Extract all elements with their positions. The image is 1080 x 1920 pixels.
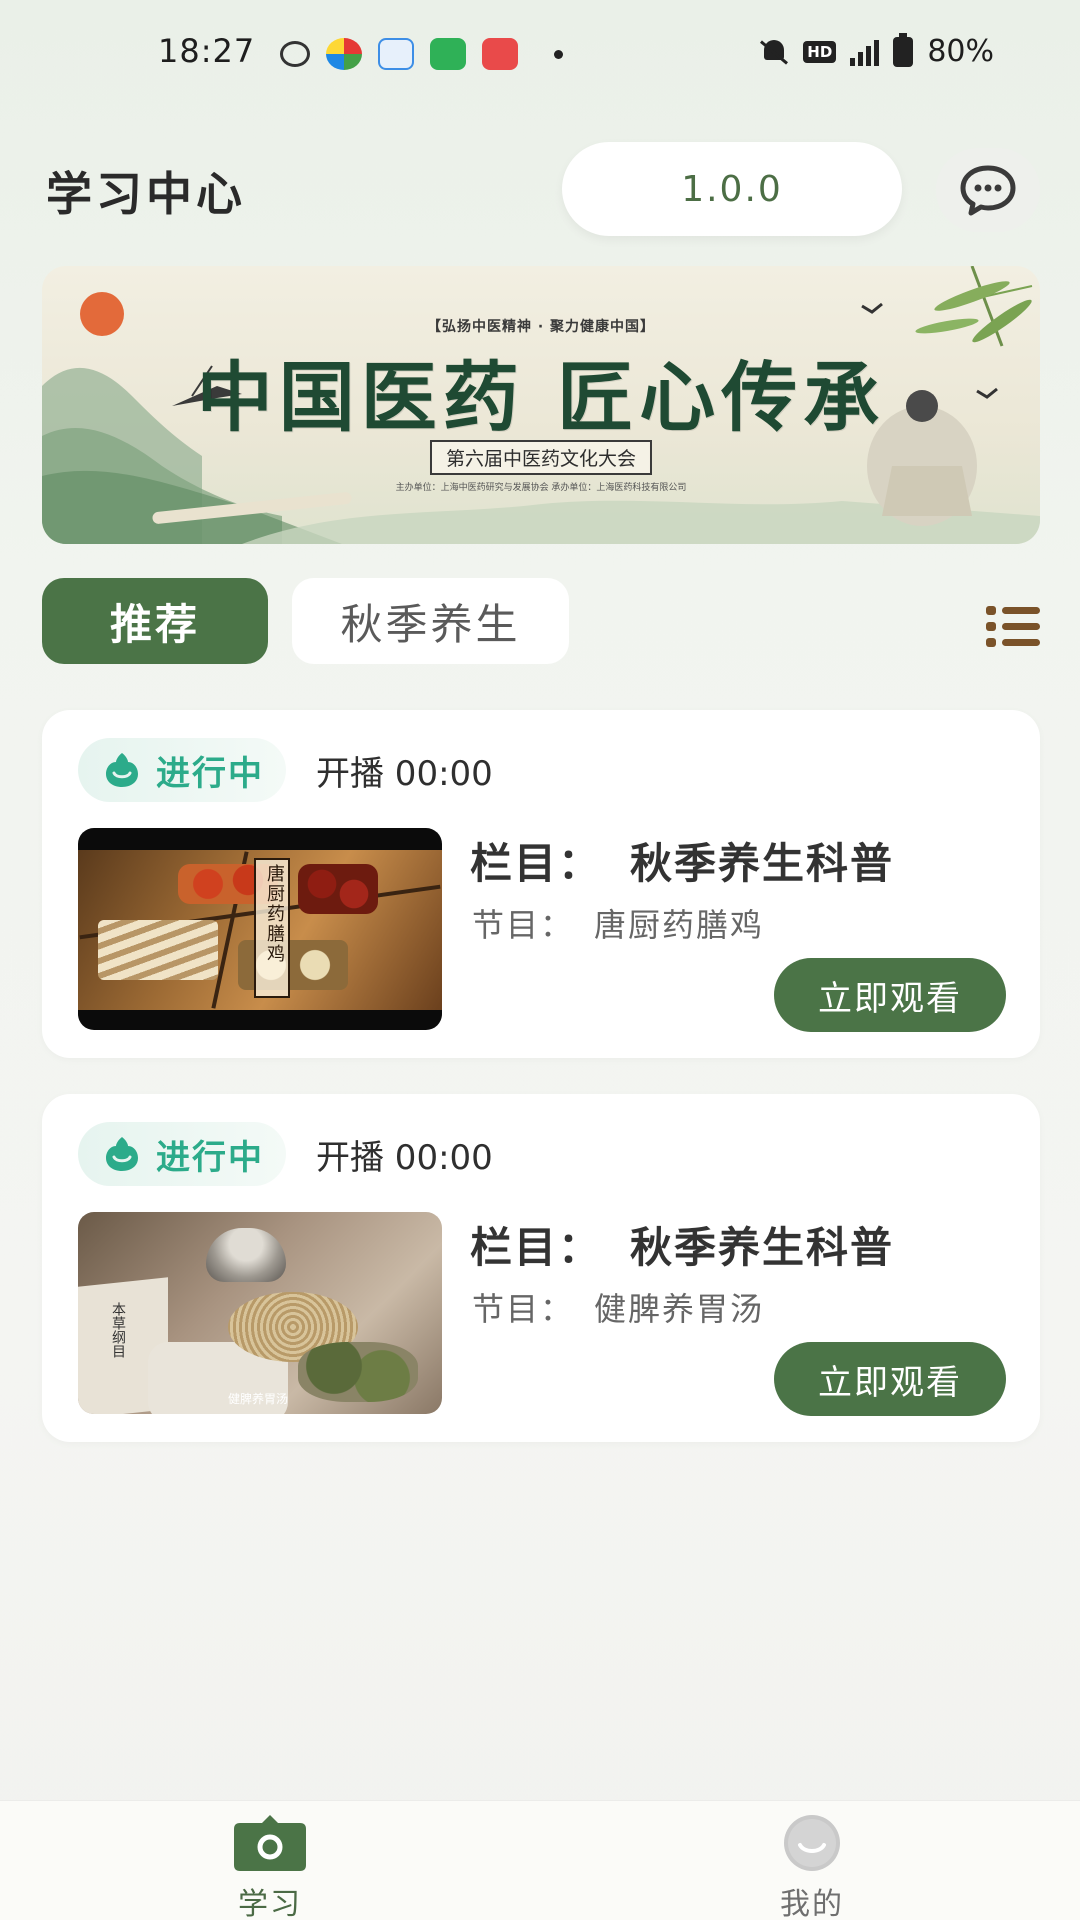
column-label: 栏目： bbox=[470, 1223, 603, 1272]
page-title: 学习中心 bbox=[46, 167, 246, 221]
air-time: 开播 00:00 bbox=[316, 754, 493, 794]
program-value: 健脾养胃汤 bbox=[594, 1290, 765, 1328]
chat-bubble-icon bbox=[960, 165, 1016, 216]
status-time: 18:27 bbox=[158, 32, 256, 70]
program-card[interactable]: 进行中 开播 00:00 唐厨药膳鸡 栏目： 秋季养生科普 节目： 唐厨药膳鸡 立即… bbox=[42, 710, 1040, 1058]
column-label: 栏目： bbox=[470, 839, 603, 888]
nav-item-study[interactable]: 学习 bbox=[190, 1813, 350, 1920]
promo-banner[interactable]: 【弘扬中医精神 · 聚力健康中国】 中国医药 匠心传承 第六届中医药文化大会 主… bbox=[42, 266, 1040, 544]
music-app-icon bbox=[482, 38, 518, 70]
thumbnail-caption: 健脾养胃汤 bbox=[228, 1392, 289, 1406]
air-time: 开播 00:00 bbox=[316, 1138, 493, 1178]
banner-organizers: 主办单位：上海中医药研究与发展协会 承办单位：上海医药科技有限公司 bbox=[395, 483, 687, 493]
thumbnail-book-title: 本草纲目 bbox=[110, 1302, 126, 1358]
column-line: 栏目： 秋季养生科普 bbox=[470, 830, 894, 891]
program-card[interactable]: 进行中 开播 00:00 本草纲目 健脾养胃汤 栏目： 秋季养生科普 节目： 健脾养… bbox=[42, 1094, 1040, 1442]
battery-percent: 80% bbox=[927, 34, 994, 69]
color-app-icon bbox=[326, 38, 362, 70]
list-view-icon bbox=[986, 606, 1040, 647]
signal-icon bbox=[850, 38, 880, 66]
hd-badge: HD bbox=[803, 40, 837, 63]
version-pill[interactable]: 1.0.0 bbox=[562, 142, 902, 236]
tab-recommended[interactable]: 推荐 bbox=[42, 578, 268, 664]
program-thumbnail[interactable]: 本草纲目 健脾养胃汤 bbox=[78, 1212, 442, 1414]
message-button[interactable] bbox=[936, 148, 1040, 232]
profile-avatar-icon bbox=[784, 1815, 840, 1871]
mute-bell-icon bbox=[759, 37, 789, 67]
bottom-nav: 学习 我的 bbox=[0, 1800, 1080, 1920]
banner-headline: 中国医药 匠心传承 bbox=[196, 353, 886, 442]
system-status: HD 80% bbox=[759, 32, 994, 69]
nav-label-mine: 我的 bbox=[780, 1887, 844, 1920]
column-value: 秋季养生科普 bbox=[630, 1223, 895, 1272]
nav-item-mine[interactable]: 我的 bbox=[732, 1813, 892, 1920]
status-label: 进行中 bbox=[156, 753, 264, 794]
thumbnail-title: 唐厨药膳鸡 bbox=[264, 864, 285, 964]
battery-icon bbox=[893, 32, 914, 67]
column-value: 秋季养生科普 bbox=[630, 839, 895, 888]
watch-now-button[interactable]: 立即观看 bbox=[774, 1342, 1006, 1416]
program-line: 节目： 健脾养胃汤 bbox=[472, 1284, 764, 1330]
banner-subtitle: 第六届中医药文化大会 bbox=[429, 440, 653, 475]
column-line: 栏目： 秋季养生科普 bbox=[470, 1214, 894, 1275]
program-value: 唐厨药膳鸡 bbox=[594, 906, 765, 944]
status-label: 进行中 bbox=[156, 1137, 264, 1178]
chat-app-icon bbox=[280, 41, 310, 67]
browser-app-icon bbox=[378, 38, 414, 70]
list-view-button[interactable] bbox=[986, 604, 1040, 648]
banner-tagline: 【弘扬中医精神 · 聚力健康中国】 bbox=[426, 319, 656, 335]
live-status-icon bbox=[106, 1137, 138, 1171]
live-status-icon bbox=[106, 753, 138, 787]
status-badge: 进行中 bbox=[78, 738, 286, 802]
program-thumbnail[interactable]: 唐厨药膳鸡 bbox=[78, 828, 442, 1030]
shopping-app-icon bbox=[430, 38, 466, 70]
study-tv-icon bbox=[234, 1815, 306, 1871]
status-bar: 18:27 HD 80% bbox=[0, 0, 1080, 110]
tab-autumn-health[interactable]: 秋季养生 bbox=[292, 578, 569, 664]
status-badge: 进行中 bbox=[78, 1122, 286, 1186]
program-line: 节目： 唐厨药膳鸡 bbox=[472, 900, 764, 946]
watch-now-button[interactable]: 立即观看 bbox=[774, 958, 1006, 1032]
nav-label-study: 学习 bbox=[238, 1887, 302, 1920]
program-label: 节目： bbox=[472, 906, 575, 944]
more-dot-icon bbox=[554, 49, 563, 59]
program-label: 节目： bbox=[472, 1290, 575, 1328]
notification-icons bbox=[280, 38, 563, 70]
